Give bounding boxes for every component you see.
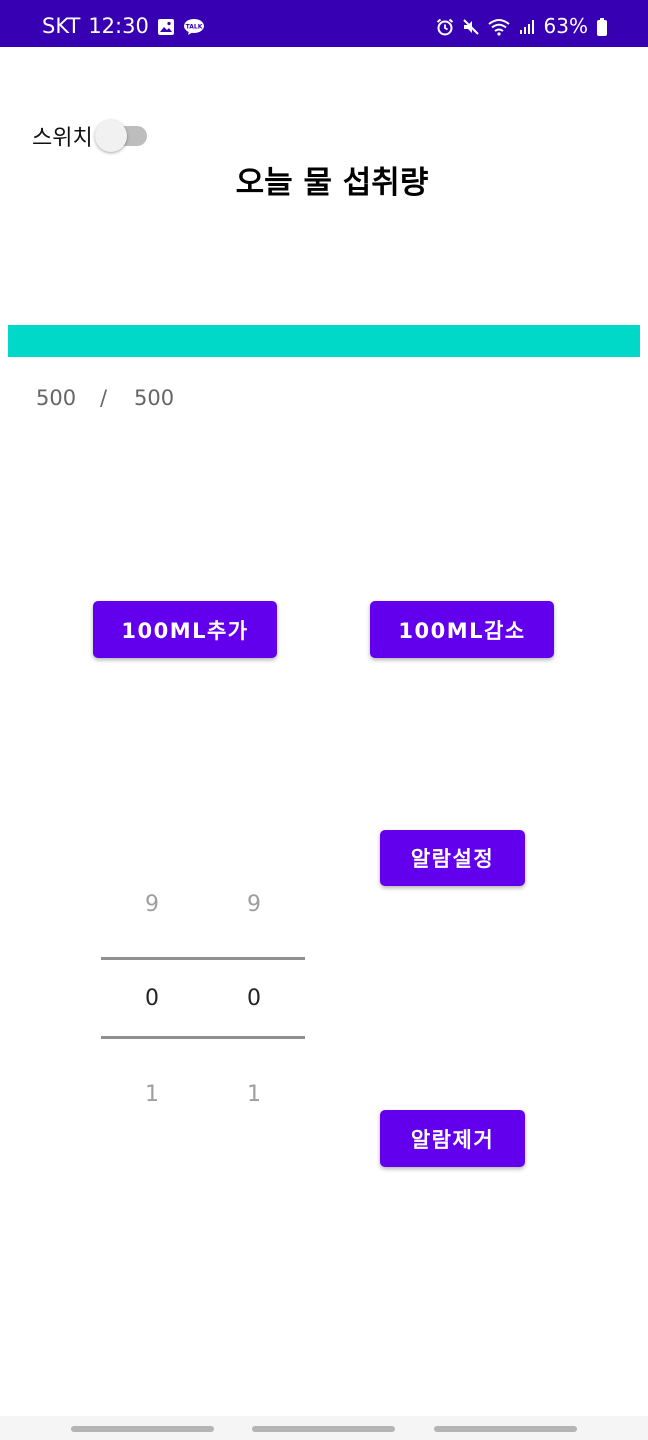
add-100ml-button[interactable]: 100ML추가 — [93, 601, 277, 658]
minute-divider-top — [203, 957, 305, 960]
goal-intake: 500 — [134, 386, 175, 410]
nav-recent-button[interactable] — [71, 1426, 214, 1432]
nav-home-button[interactable] — [252, 1426, 395, 1432]
minute-picker[interactable]: 9 0 1 — [203, 880, 305, 1120]
mute-icon — [462, 17, 480, 35]
status-right: 63% — [436, 14, 608, 38]
minute-divider-bottom — [203, 1036, 305, 1039]
minute-next-value[interactable]: 1 — [203, 1082, 305, 1107]
carrier-label: SKT — [42, 14, 81, 38]
progress-fill — [8, 325, 640, 357]
subtract-100ml-button[interactable]: 100ML감소 — [370, 601, 554, 658]
toggle-switch[interactable] — [94, 120, 147, 152]
hour-current-value[interactable]: 0 — [101, 986, 203, 1011]
hour-picker[interactable]: 9 0 1 — [101, 880, 203, 1120]
switch-thumb[interactable] — [94, 120, 127, 152]
set-alarm-button[interactable]: 알람설정 — [380, 830, 525, 886]
hour-next-value[interactable]: 1 — [101, 1082, 203, 1107]
battery-percent: 63% — [543, 14, 588, 38]
clock: 12:30 — [88, 14, 149, 38]
hour-divider-bottom — [101, 1036, 203, 1039]
current-intake: 500 — [36, 386, 77, 410]
intake-separator: / — [100, 386, 108, 410]
gallery-icon — [157, 17, 175, 35]
water-progress-bar — [8, 325, 640, 357]
nav-back-button[interactable] — [434, 1426, 577, 1432]
intake-count: 500 / 500 — [36, 386, 174, 410]
minute-current-value[interactable]: 0 — [203, 986, 305, 1011]
hour-divider-top — [101, 957, 203, 960]
remove-alarm-button[interactable]: 알람제거 — [380, 1110, 525, 1167]
switch-label: 스위치 — [32, 126, 93, 151]
alarm-icon — [436, 17, 454, 36]
kakaotalk-icon: TALK — [183, 17, 205, 35]
status-left: SKT 12:30 TALK — [42, 14, 205, 38]
page-title: 오늘 물 섭취량 — [235, 165, 429, 201]
svg-text:TALK: TALK — [185, 24, 202, 31]
hour-prev-value[interactable]: 9 — [101, 892, 203, 917]
battery-icon — [596, 17, 608, 36]
signal-icon — [518, 17, 536, 35]
minute-prev-value[interactable]: 9 — [203, 892, 305, 917]
switch-row: 스위치 — [32, 120, 147, 152]
wifi-icon — [487, 17, 510, 36]
navigation-bar — [0, 1416, 648, 1440]
status-bar: SKT 12:30 TALK 63% — [0, 0, 648, 47]
